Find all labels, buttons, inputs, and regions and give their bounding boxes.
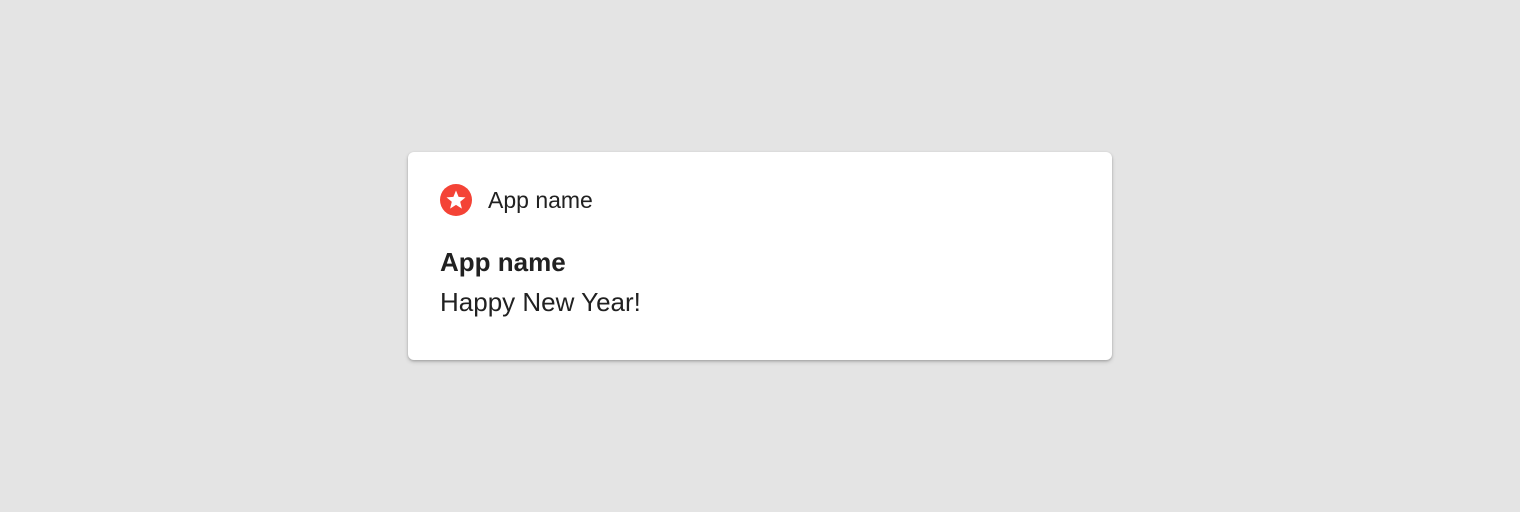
screen-background: App name App name Happy New Year! (0, 0, 1520, 512)
notification-header: App name (440, 184, 593, 216)
star-icon (440, 184, 472, 216)
notification-card[interactable]: App name App name Happy New Year! (408, 152, 1112, 360)
header-app-name: App name (488, 187, 593, 213)
notification-body: Happy New Year! (440, 287, 641, 317)
notification-title: App name (440, 247, 566, 277)
